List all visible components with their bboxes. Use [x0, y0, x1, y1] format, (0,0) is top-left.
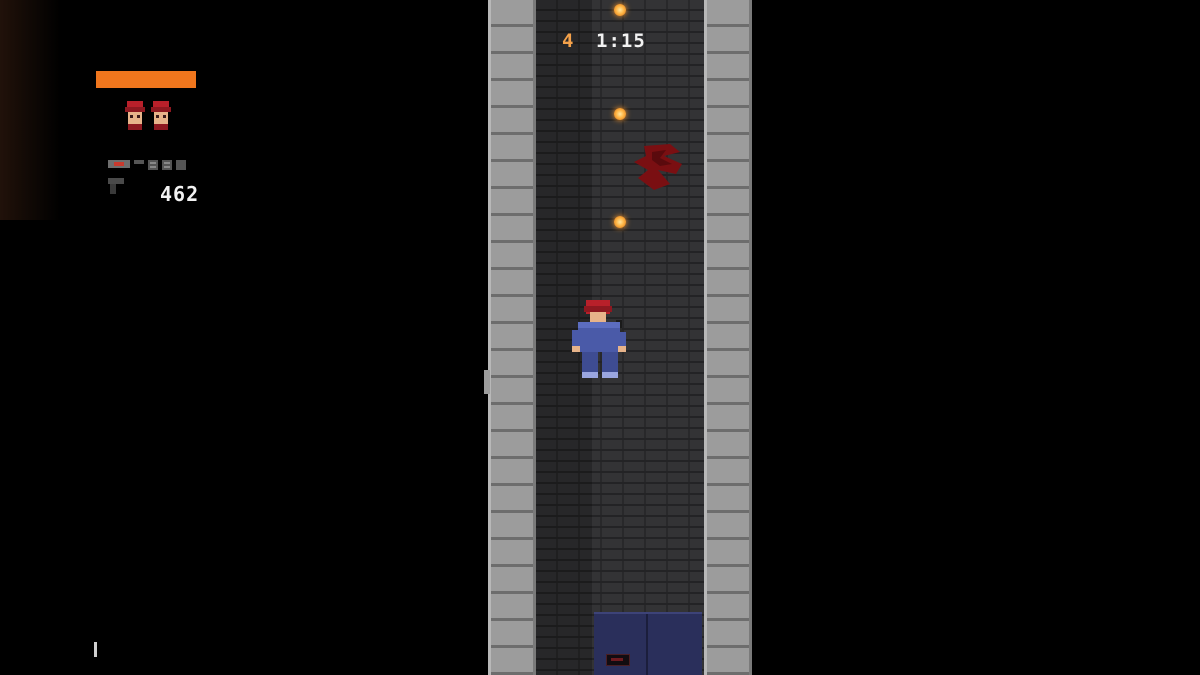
ammo-count: 462: [160, 182, 200, 206]
left-wall: [488, 0, 536, 675]
coin-icon: [614, 108, 626, 120]
lives-counter: [124, 101, 172, 131]
ambient-glow: [0, 0, 60, 220]
health-bar-fill: [96, 71, 196, 88]
exit-door[interactable]: [594, 612, 702, 675]
level-timer: 1:15: [596, 30, 646, 52]
door-lock-icon: [606, 654, 630, 666]
game-viewport[interactable]: 4 1:15 462: [0, 0, 1200, 675]
player-head-icon: [151, 101, 171, 130]
level-number: 4: [562, 30, 575, 52]
door-seam: [646, 614, 648, 675]
player-head-icon: [125, 101, 145, 130]
health-bar: [96, 71, 196, 88]
coin-icon: [614, 4, 626, 16]
cursor-marker: [94, 642, 97, 657]
player-character[interactable]: [566, 298, 636, 382]
wall-notch: [484, 370, 490, 394]
blood-splatter: [634, 144, 682, 190]
coin-icon: [614, 216, 626, 228]
right-wall: [704, 0, 752, 675]
